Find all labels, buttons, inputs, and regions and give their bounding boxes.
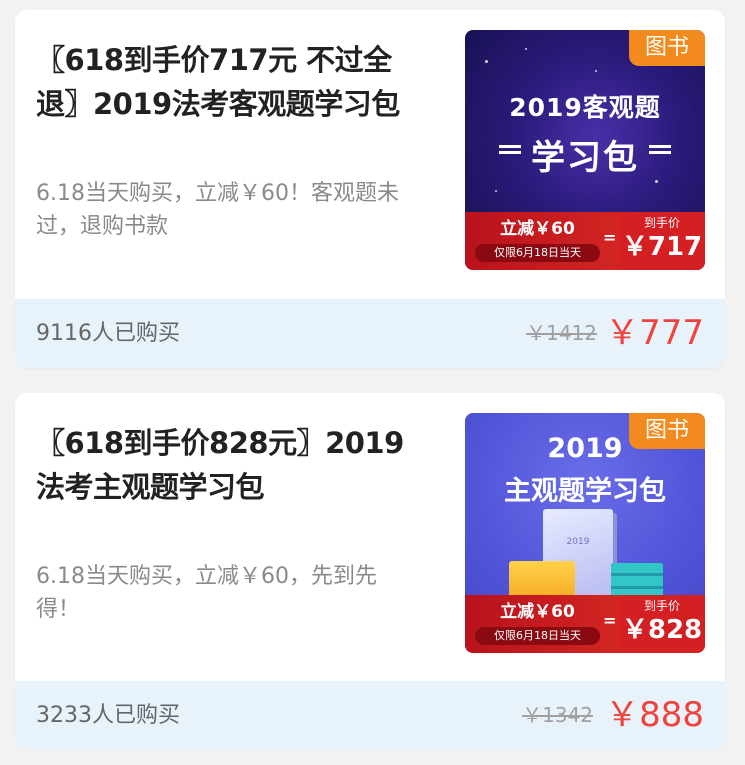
star-decoration — [595, 70, 597, 72]
original-price: ￥1342 — [522, 703, 593, 727]
product-card-main[interactable]: 〖618到手价717元 不过全退〗2019法考客观题学习包 6.18当天购买，立… — [15, 10, 725, 299]
cover-promo-banner: 立减￥60 仅限6月18日当天 = 到手价 ￥717 — [465, 212, 705, 270]
cover-headline-line2: 主观题学习包 — [504, 476, 666, 507]
cover-promo-banner: 立减￥60 仅限6月18日当天 = 到手价 ￥828 — [465, 595, 705, 653]
product-title[interactable]: 〖618到手价717元 不过全退〗2019法考客观题学习包 — [36, 38, 426, 126]
cover-headline-line1: 2019客观题 — [509, 93, 661, 122]
promo-equals-sign: = — [603, 228, 617, 247]
promo-final-label: 到手价 — [643, 216, 680, 230]
buyer-count: 9116人已购买 — [36, 321, 180, 346]
product-cover-image[interactable]: 图书 2019客观题 学习包 立减￥60 仅限6月18日当天 = 到手价 ￥71… — [465, 30, 705, 270]
product-description: 6.18当天购买，立减￥60，先到先得！ — [36, 564, 377, 622]
promo-final-price: ￥828 — [621, 615, 703, 645]
original-price: ￥1412 — [526, 321, 597, 345]
current-price: ￥777 — [605, 313, 704, 353]
promo-final-block: 到手价 ￥717 — [619, 212, 705, 270]
product-card-footer: 9116人已购买 ￥1412 ￥777 — [15, 299, 725, 368]
promo-final-block: 到手价 ￥828 — [619, 595, 705, 653]
product-card[interactable]: 〖618到手价828元〗2019法考主观题学习包 6.18当天购买，立减￥60，… — [15, 393, 725, 750]
product-cover-image[interactable]: 图书 2019 主观题学习包 2019 立减￥60 仅限6月18日当天 = 到手… — [465, 413, 705, 653]
buyer-count: 3233人已购买 — [36, 703, 180, 728]
product-card-footer: 3233人已购买 ￥1342 ￥888 — [15, 681, 725, 750]
product-card-main[interactable]: 〖618到手价828元〗2019法考主观题学习包 6.18当天购买，立减￥60，… — [15, 393, 725, 681]
promo-final-label: 到手价 — [643, 599, 680, 613]
star-decoration — [655, 180, 658, 183]
promo-final-price: ￥717 — [621, 232, 703, 262]
promo-date: 仅限6月18日当天 — [475, 244, 600, 262]
promo-discount-block: 立减￥60 仅限6月18日当天 — [475, 599, 600, 645]
star-decoration — [525, 48, 527, 50]
promo-date: 仅限6月18日当天 — [475, 627, 600, 645]
product-card[interactable]: 〖618到手价717元 不过全退〗2019法考客观题学习包 6.18当天购买，立… — [15, 10, 725, 368]
promo-equals-sign: = — [603, 611, 617, 630]
promo-discount: 立减￥60 — [500, 219, 575, 239]
promo-discount-block: 立减￥60 仅限6月18日当天 — [475, 216, 600, 262]
cover-headline-line1: 2019 — [547, 433, 623, 464]
promo-discount: 立减￥60 — [500, 602, 575, 622]
star-decoration — [485, 60, 488, 63]
product-description: 6.18当天购买，立减￥60！客观题未过，退购书款 — [36, 181, 399, 239]
book-tag-badge: 图书 — [629, 30, 705, 66]
product-title[interactable]: 〖618到手价828元〗2019法考主观题学习包 — [36, 421, 426, 509]
dash-decoration-icon — [649, 142, 671, 160]
star-decoration — [495, 190, 497, 192]
current-price: ￥888 — [605, 695, 704, 735]
book-label: 2019 — [566, 537, 590, 547]
